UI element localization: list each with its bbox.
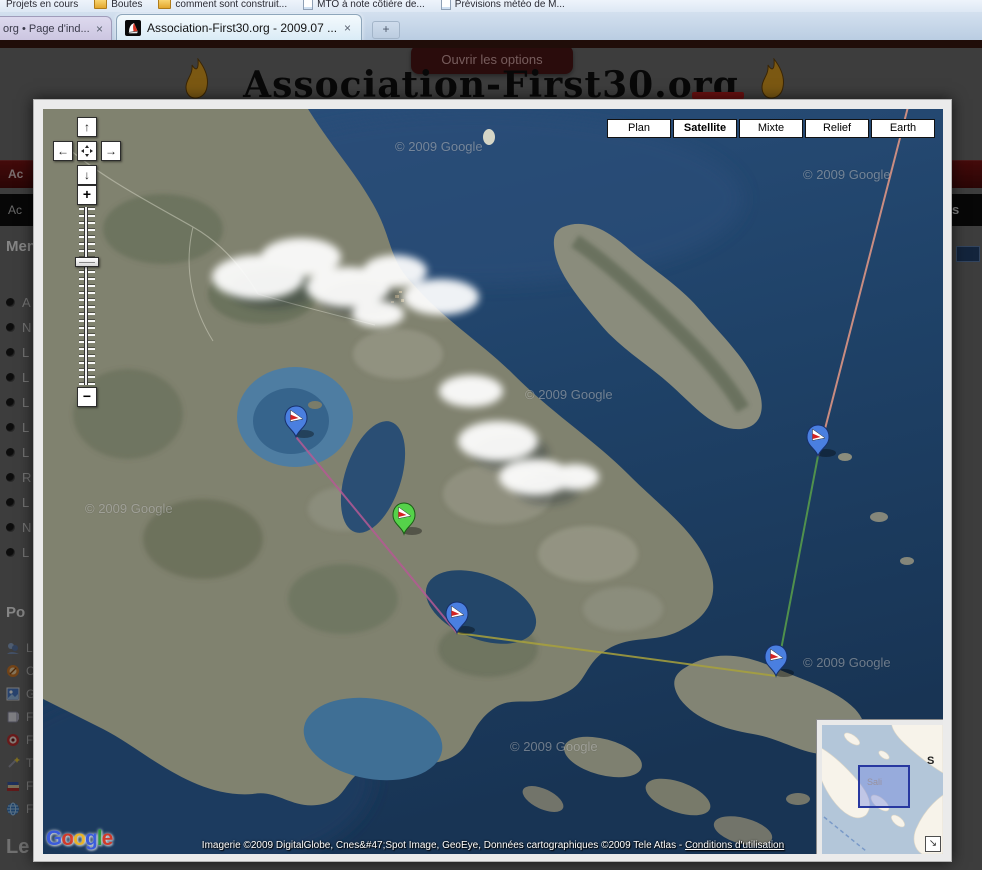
boat-marker-waypoint[interactable] [285,406,314,438]
boat-marker-waypoint[interactable] [807,425,836,457]
page-icon [441,0,451,10]
route-line [457,633,776,676]
map-dialog: © 2009 Google © 2009 Google © 2009 Googl… [33,99,952,862]
overview-edge-label: S [927,755,934,767]
route-layer [43,109,943,854]
zoom-slider[interactable] [79,207,95,385]
boat-marker-waypoint[interactable] [765,645,794,677]
overview-map-frame: Sali S ↘ [816,719,943,854]
route-line [776,456,818,676]
sailboat-favicon-icon [125,20,141,36]
bookmark-item[interactable]: Projets en cours [6,0,78,10]
bookmark-item[interactable]: Prévisions météo de M... [441,0,565,10]
map-canvas[interactable]: © 2009 Google © 2009 Google © 2009 Googl… [43,109,943,854]
tab-bar: org • Page d'ind... × Association-First3… [0,12,982,40]
map-type-plan[interactable]: Plan [607,119,671,138]
zoom-slider-handle[interactable] [75,257,99,267]
bookmark-item[interactable]: Boutes [94,0,142,10]
google-watermark: © 2009 Google [85,501,173,516]
pan-up-button[interactable]: ↑ [77,117,97,137]
overview-map-tiles [822,725,943,854]
map-attribution: Imagerie ©2009 DigitalGlobe, Cnes&#47;Sp… [43,840,943,851]
overview-map[interactable]: Sali S ↘ [822,725,943,854]
page-icon [303,0,313,10]
pan-control: ↑ ← → ↓ [53,117,121,185]
bookmark-label: Prévisions météo de M... [455,0,565,10]
google-watermark: © 2009 Google [525,387,613,402]
bookmark-label: Boutes [111,0,142,10]
boat-marker-current[interactable] [393,503,422,535]
bookmark-label: Projets en cours [6,0,78,10]
map-type-mixte[interactable]: Mixte [739,119,803,138]
map-type-earth[interactable]: Earth [871,119,935,138]
zoom-in-button[interactable]: + [77,185,97,205]
pan-right-button[interactable]: → [101,141,121,161]
google-watermark: © 2009 Google [803,655,891,670]
recenter-icon [81,145,93,157]
close-icon[interactable]: × [342,21,353,35]
window-border-strip [0,40,982,48]
folder-icon [158,0,171,9]
tab-title: org • Page d'ind... [3,23,94,35]
google-watermark: © 2009 Google [510,739,598,754]
bookmark-label: comment sont construit... [175,0,287,10]
route-line [818,109,909,456]
pan-left-button[interactable]: ← [53,141,73,161]
pan-down-button[interactable]: ↓ [77,165,97,185]
tab-active[interactable]: Association-First30.org - 2009.07 ... × [116,14,362,41]
screen: Projets en cours Boutes comment sont con… [0,0,982,870]
terms-link[interactable]: Conditions d'utilisation [685,840,784,851]
map-type-satellite[interactable]: Satellite [673,119,737,138]
close-icon[interactable]: × [94,22,105,36]
overview-place-label: Sali [867,777,882,787]
bookmark-item[interactable]: MTO à note côtière de... [303,0,425,10]
new-tab-button[interactable]: + [372,21,400,39]
attribution-text: Imagerie ©2009 DigitalGlobe, Cnes&#47;Sp… [202,840,685,851]
google-watermark: © 2009 Google [803,167,891,182]
google-watermark: © 2009 Google [395,139,483,154]
folder-icon [94,0,107,9]
pan-center-button[interactable] [77,141,97,161]
tab-inactive[interactable]: org • Page d'ind... × [0,16,112,41]
zoom-rail [84,207,88,385]
map-type-buttons: Plan Satellite Mixte Relief Earth [607,119,935,138]
tab-title: Association-First30.org - 2009.07 ... [147,21,342,35]
zoom-out-button[interactable]: − [77,387,97,407]
boat-marker-waypoint[interactable] [446,602,475,634]
bookmark-label: MTO à note côtière de... [317,0,425,10]
route-line [296,437,457,633]
collapse-overview-button[interactable]: ↘ [925,836,941,852]
bookmark-item[interactable]: comment sont construit... [158,0,287,10]
map-type-relief[interactable]: Relief [805,119,869,138]
